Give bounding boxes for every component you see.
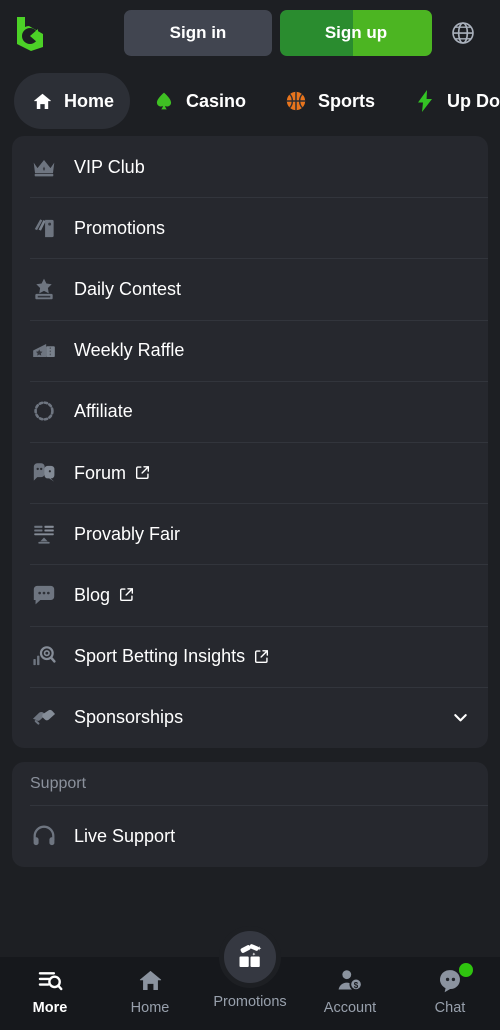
menu-item-label: Affiliate bbox=[74, 401, 133, 422]
menu-scroll-area[interactable]: VIP Club Promotions Daily Contest Weekly… bbox=[0, 136, 500, 957]
top-bar: Sign in Sign up bbox=[0, 0, 500, 66]
menu-item-blog[interactable]: Blog bbox=[12, 564, 488, 625]
trophy-star-icon bbox=[30, 275, 58, 303]
handshake-icon bbox=[30, 703, 58, 731]
dotted-circle-icon bbox=[30, 397, 58, 425]
chart-magnifier-icon bbox=[30, 642, 58, 670]
support-card: Support Live Support bbox=[12, 761, 488, 868]
support-section-header: Support bbox=[12, 762, 488, 806]
tab-label: Casino bbox=[186, 91, 247, 111]
promotions-fab-wrap[interactable] bbox=[219, 926, 281, 988]
chat-status-badge bbox=[459, 963, 473, 977]
menu-item-label: Forum bbox=[74, 462, 127, 483]
menu-item-live-support[interactable]: Live Support bbox=[12, 806, 488, 867]
globe-icon bbox=[452, 22, 474, 44]
bottom-nav-promotions[interactable]: Promotions bbox=[200, 926, 300, 1030]
sign-in-button[interactable]: Sign in bbox=[124, 10, 272, 56]
bottom-nav-account[interactable]: $ Account bbox=[300, 957, 400, 1030]
basketball-icon bbox=[284, 89, 308, 113]
external-link-icon bbox=[254, 649, 269, 664]
menu-item-label: Provably Fair bbox=[74, 523, 181, 544]
crown-icon bbox=[30, 153, 58, 181]
tab-home[interactable]: Home bbox=[14, 73, 131, 129]
menu-item-sport-betting-insights[interactable]: Sport Betting Insights bbox=[12, 625, 488, 687]
svg-text:$: $ bbox=[354, 981, 359, 990]
spade-icon bbox=[152, 89, 176, 113]
tab-sports[interactable]: Sports bbox=[268, 73, 391, 129]
external-link-icon bbox=[119, 587, 134, 602]
list-search-icon bbox=[36, 966, 64, 994]
lightning-bolt-icon bbox=[413, 89, 437, 113]
menu-item-label: Daily Contest bbox=[74, 278, 182, 299]
external-link-icon bbox=[135, 465, 150, 480]
chat-face-icon bbox=[436, 963, 473, 994]
bottom-nav-label: Home bbox=[130, 1000, 170, 1016]
menu-item-label: VIP Club bbox=[74, 156, 145, 177]
user-coin-icon: $ bbox=[336, 966, 364, 994]
bottom-nav-more[interactable]: More bbox=[0, 957, 100, 1030]
bottom-navigation: More Home Promotions $ Account Chat bbox=[0, 926, 500, 1030]
tab-label: Up Down bbox=[447, 91, 500, 111]
ticket-icon bbox=[30, 336, 58, 364]
balance-scale-icon bbox=[30, 520, 58, 548]
menu-item-label: Live Support bbox=[74, 826, 176, 847]
brand-logo[interactable] bbox=[10, 10, 52, 56]
bottom-nav-home[interactable]: Home bbox=[100, 957, 200, 1030]
menu-item-daily-contest[interactable]: Daily Contest bbox=[12, 258, 488, 319]
menu-item-forum[interactable]: Forum bbox=[12, 441, 488, 503]
bottom-nav-label: Chat bbox=[434, 1000, 466, 1016]
main-menu-card: VIP Club Promotions Daily Contest Weekly… bbox=[12, 136, 488, 748]
home-icon bbox=[136, 966, 164, 994]
gift-icon bbox=[239, 944, 262, 967]
menu-item-label: Sport Betting Insights bbox=[74, 646, 246, 667]
menu-item-label: Sponsorships bbox=[74, 707, 184, 728]
bottom-nav-label: Account bbox=[323, 1000, 377, 1016]
category-tabs[interactable]: Home Casino Sports Up Do bbox=[0, 66, 500, 136]
chat-bubble-icon bbox=[30, 581, 58, 609]
sign-up-button[interactable]: Sign up bbox=[280, 10, 432, 56]
menu-item-sponsorships[interactable]: Sponsorships bbox=[12, 686, 488, 748]
bottom-nav-chat[interactable]: Chat bbox=[400, 957, 500, 1030]
language-selector-button[interactable] bbox=[440, 10, 486, 56]
menu-item-affiliate[interactable]: Affiliate bbox=[12, 380, 488, 442]
bottom-nav-label: More bbox=[32, 1000, 68, 1016]
menu-item-label: Promotions bbox=[74, 217, 166, 238]
menu-item-label: Blog bbox=[74, 584, 111, 605]
menu-item-label: Weekly Raffle bbox=[74, 340, 185, 361]
menu-item-provably-fair[interactable]: Provably Fair bbox=[12, 503, 488, 564]
tab-up-down[interactable]: Up Down bbox=[397, 73, 500, 129]
tab-casino[interactable]: Casino bbox=[136, 73, 262, 129]
promotions-fab-button[interactable] bbox=[219, 926, 281, 988]
tab-label: Home bbox=[64, 91, 115, 111]
bottom-nav-label: Promotions bbox=[213, 994, 287, 1010]
tab-label: Sports bbox=[318, 91, 376, 111]
menu-item-vip-club[interactable]: VIP Club bbox=[12, 136, 488, 197]
speech-faces-icon bbox=[30, 459, 58, 487]
home-icon bbox=[30, 89, 54, 113]
menu-item-weekly-raffle[interactable]: Weekly Raffle bbox=[12, 319, 488, 381]
chevron-down-icon[interactable] bbox=[450, 707, 470, 727]
tags-icon bbox=[30, 214, 58, 242]
app-root: Sign in Sign up Home Casino Sports Up Do… bbox=[0, 0, 500, 1030]
menu-item-promotions[interactable]: Promotions bbox=[12, 197, 488, 258]
headset-icon bbox=[30, 822, 58, 850]
